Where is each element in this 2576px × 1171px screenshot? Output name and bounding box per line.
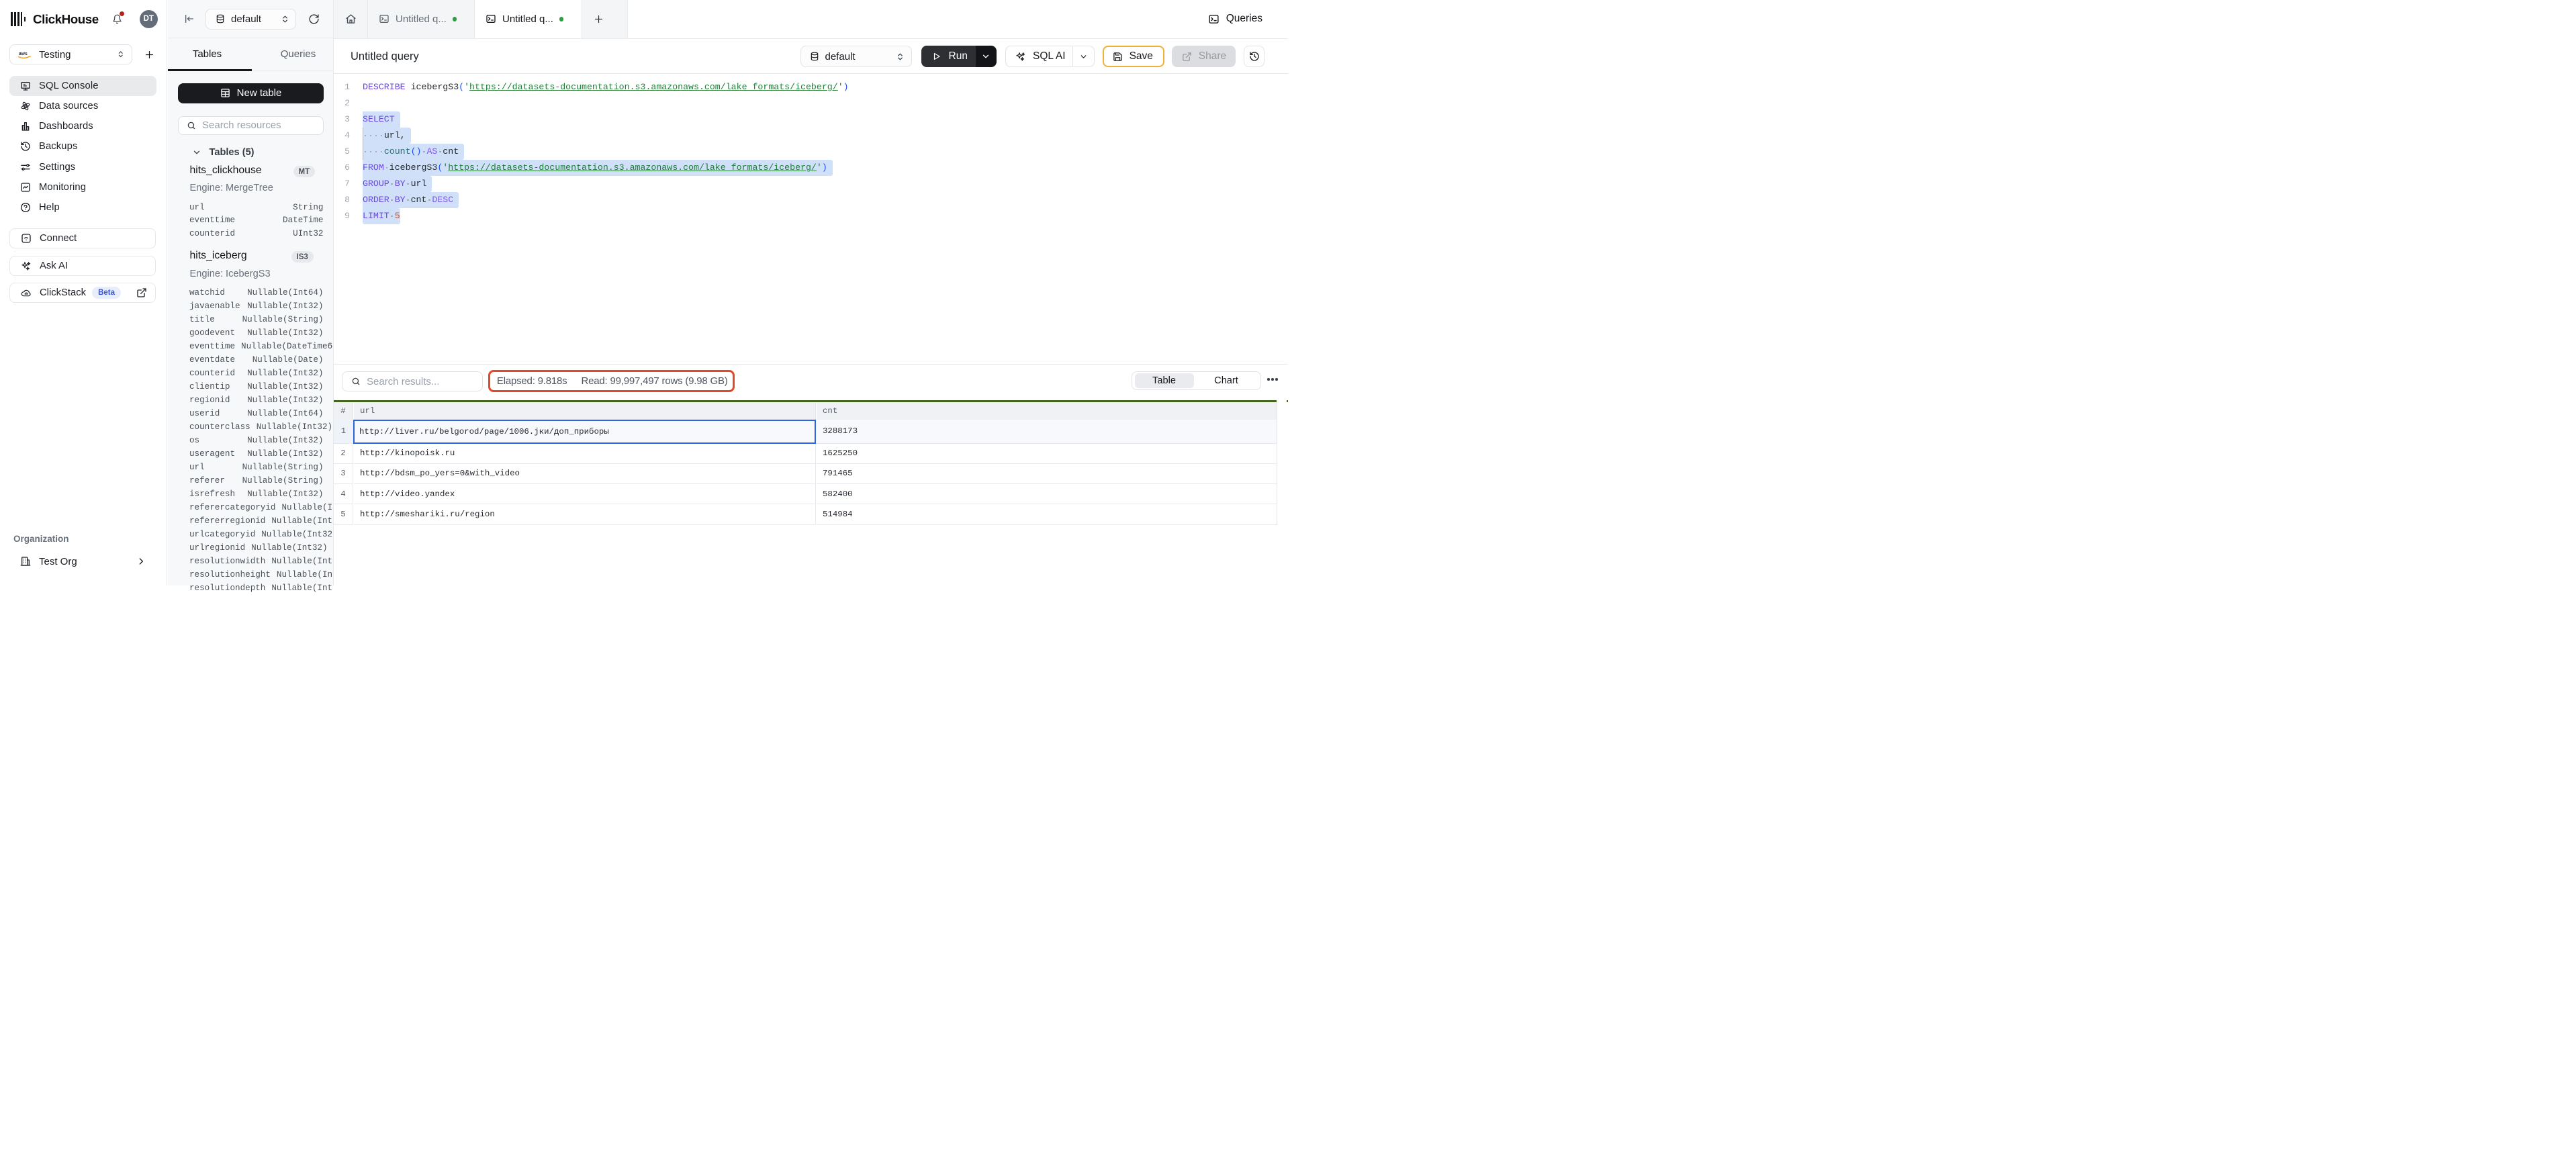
svg-text:aws: aws [19, 51, 28, 56]
